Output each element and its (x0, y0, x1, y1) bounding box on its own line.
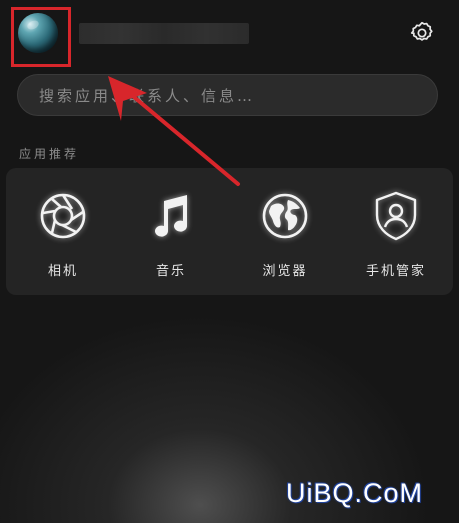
app-browser[interactable]: 浏览器 (235, 188, 335, 288)
shield-user-icon (368, 188, 424, 244)
app-label: 相机 (47, 264, 78, 279)
app-label: 浏览器 (262, 264, 308, 279)
avatar-shine (25, 18, 41, 32)
recommended-apps-card: 相机 音乐 浏览器 手机管家 (6, 168, 453, 295)
app-camera[interactable]: 相机 (13, 188, 113, 288)
camera-aperture-icon (35, 188, 91, 244)
globe-icon (257, 188, 313, 244)
app-label: 手机管家 (365, 264, 426, 279)
app-phone-manager[interactable]: 手机管家 (346, 188, 446, 288)
search-input[interactable]: 搜索应用、联系人、信息… (17, 74, 438, 116)
watermark-logo: UiBQ.CoM (286, 478, 424, 508)
settings-button[interactable] (406, 19, 438, 51)
app-label: 音乐 (155, 264, 186, 279)
username-redacted (79, 23, 249, 44)
app-music[interactable]: 音乐 (121, 188, 221, 288)
section-title: 应用推荐 (19, 147, 80, 161)
search-placeholder: 搜索应用、联系人、信息… (39, 86, 256, 105)
music-note-icon (143, 188, 199, 244)
gear-icon (409, 20, 435, 50)
avatar[interactable] (18, 13, 58, 53)
